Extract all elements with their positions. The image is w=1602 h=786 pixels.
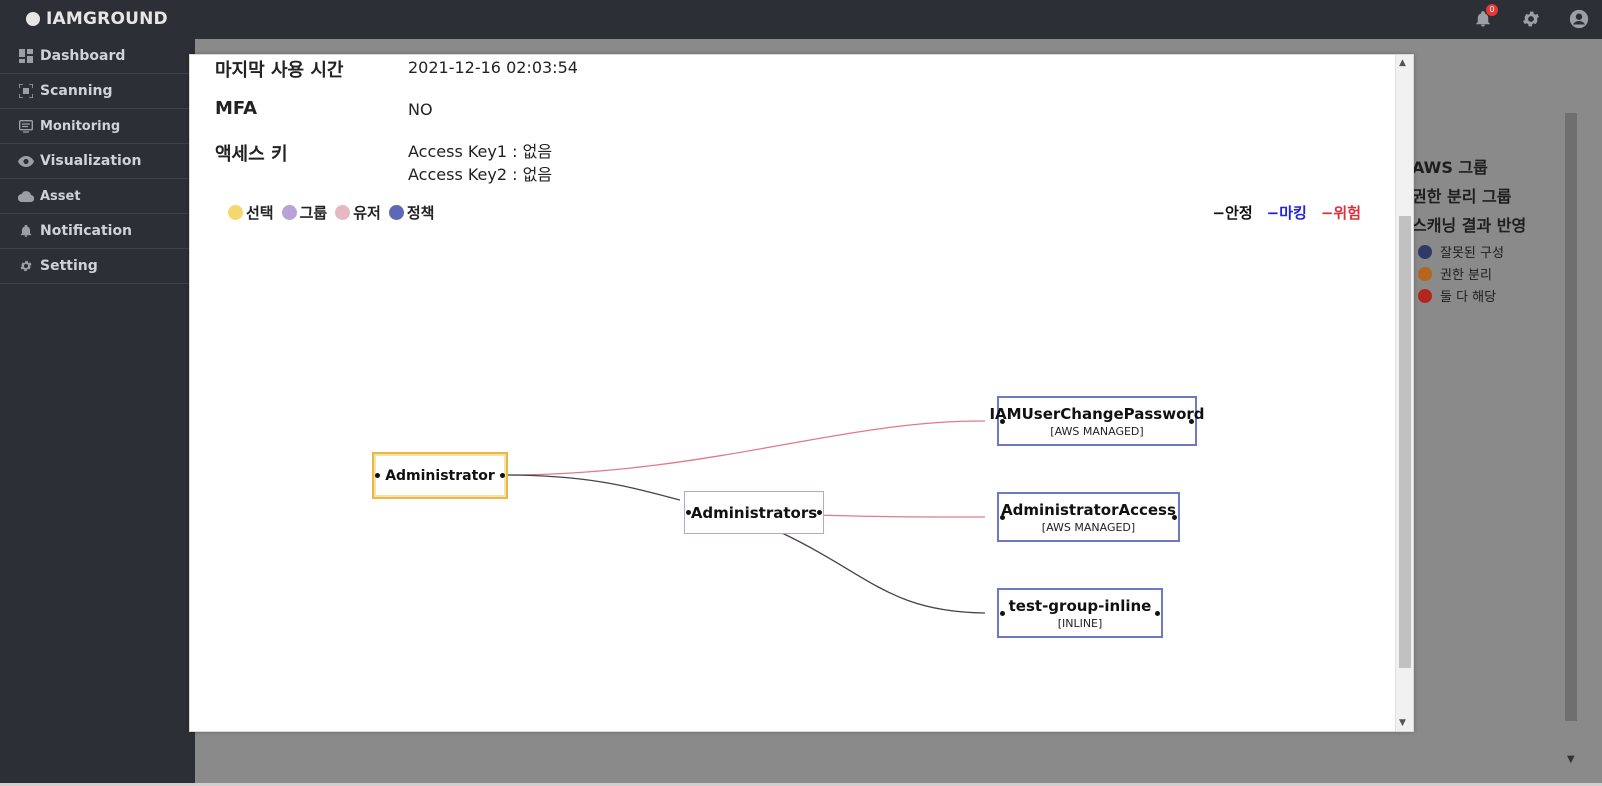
- bg-separation-group-label: 권한 분리 그룹: [1412, 187, 1512, 206]
- relationship-graph: [502, 420, 986, 614]
- node-name: Administrators: [690, 503, 818, 522]
- node-iamuserchangepassword[interactable]: IAMUserChangePassword [AWS MANAGED]: [989, 396, 1205, 446]
- node-port-right: [1155, 610, 1160, 616]
- bell-icon: [18, 223, 34, 239]
- edge-administrator-administrators: [502, 474, 681, 501]
- node-port-left: [686, 510, 691, 515]
- sidebar-item-label: Notification: [40, 223, 133, 239]
- sidebar: Dashboard Scanning Monitoring Visualizat…: [0, 39, 195, 786]
- sidebar-item-scanning[interactable]: Scanning: [0, 74, 195, 109]
- edge-administrators-administratoraccess: [809, 514, 986, 518]
- sidebar-item-notification[interactable]: Notification: [0, 214, 195, 249]
- node-tag: [AWS MANAGED]: [1041, 520, 1136, 534]
- user-detail-modal: 마지막 사용 시간 2021-12-16 02:03:54 MFA NO 액세스…: [189, 54, 1414, 732]
- scroll-up-icon[interactable]: ▲: [1399, 58, 1406, 68]
- bg-legend-misconfig: 잘못된 구성: [1418, 242, 1504, 261]
- node-administrator[interactable]: Administrator: [372, 452, 508, 499]
- node-port-left: [375, 473, 380, 478]
- node-administratoraccess[interactable]: AdministratorAccess [AWS MANAGED]: [997, 492, 1180, 542]
- node-name: IAMUserChangePassword: [989, 404, 1205, 423]
- notification-bell-icon[interactable]: 0: [1472, 4, 1498, 30]
- sidebar-item-visualization[interactable]: Visualization: [0, 144, 195, 179]
- sidebar-item-dashboard[interactable]: Dashboard: [0, 39, 195, 74]
- edge-administrators-testgroupinline: [781, 532, 986, 614]
- bg-scrollbar[interactable]: [1565, 113, 1577, 721]
- scroll-down-icon[interactable]: ▼: [1399, 718, 1406, 728]
- node-port-left: [1000, 514, 1005, 520]
- node-port-left: [1000, 610, 1005, 616]
- app-title: IAMGROUND: [46, 9, 168, 29]
- account-user-icon[interactable]: [1568, 8, 1590, 30]
- bg-legend-both: 둘 다 해당: [1418, 286, 1496, 305]
- node-port-right: [500, 473, 505, 478]
- node-tag: [INLINE]: [1057, 616, 1103, 630]
- bg-legend-separation: 권한 분리: [1418, 264, 1492, 283]
- bg-aws-group-label: AWS 그룹: [1412, 158, 1488, 177]
- sidebar-item-label: Setting: [40, 258, 98, 274]
- node-administrators[interactable]: Administrators: [684, 491, 824, 534]
- node-port-right: [1172, 514, 1177, 520]
- modal-scrollbar[interactable]: ▲ ▼: [1395, 55, 1413, 731]
- sidebar-item-label: Visualization: [40, 153, 142, 169]
- legend-dot-icon: [1418, 244, 1432, 259]
- node-port-left: [1000, 418, 1005, 424]
- sidebar-item-setting[interactable]: Setting: [0, 249, 195, 284]
- logo-dot-icon: [26, 12, 40, 26]
- node-test-group-inline[interactable]: test-group-inline [INLINE]: [997, 588, 1163, 638]
- legend-label: 잘못된 구성: [1440, 246, 1504, 261]
- node-tag: [AWS MANAGED]: [1050, 424, 1144, 438]
- sidebar-item-label: Dashboard: [40, 48, 126, 64]
- legend-label: 권한 분리: [1440, 268, 1492, 283]
- bg-scan-result-label: 스캐닝 결과 반영: [1412, 216, 1527, 235]
- notification-badge: 0: [1486, 4, 1498, 16]
- sidebar-item-monitoring[interactable]: Monitoring: [0, 109, 195, 144]
- node-port-right: [817, 510, 822, 515]
- top-icons: 0: [1472, 4, 1590, 30]
- node-name: test-group-inline: [1008, 596, 1152, 615]
- sidebar-item-asset[interactable]: Asset: [0, 179, 195, 214]
- gear-icon: [18, 258, 34, 274]
- legend-dot-icon: [1418, 288, 1432, 303]
- settings-gear-icon[interactable]: [1520, 8, 1542, 30]
- node-name: Administrator: [385, 467, 495, 484]
- dashboard-icon: [18, 48, 34, 64]
- scrollbar-thumb[interactable]: [1399, 216, 1411, 668]
- monitor-icon: [18, 118, 34, 134]
- legend-dot-icon: [1418, 266, 1432, 281]
- eye-icon: [18, 153, 34, 169]
- top-bar: IAMGROUND 0: [0, 0, 1602, 39]
- legend-label: 둘 다 해당: [1440, 290, 1497, 305]
- scan-icon: [18, 83, 34, 99]
- cloud-icon: [18, 188, 34, 204]
- sidebar-item-label: Monitoring: [40, 118, 121, 134]
- sidebar-item-label: Asset: [40, 188, 81, 204]
- sidebar-item-label: Scanning: [40, 83, 113, 99]
- edge-administrator-iamuserchangepassword: [502, 420, 986, 476]
- bg-scroll-down-icon[interactable]: ▼: [1567, 754, 1575, 765]
- node-name: AdministratorAccess: [1001, 500, 1176, 519]
- app-logo[interactable]: IAMGROUND: [26, 9, 168, 29]
- node-port-right: [1189, 418, 1194, 424]
